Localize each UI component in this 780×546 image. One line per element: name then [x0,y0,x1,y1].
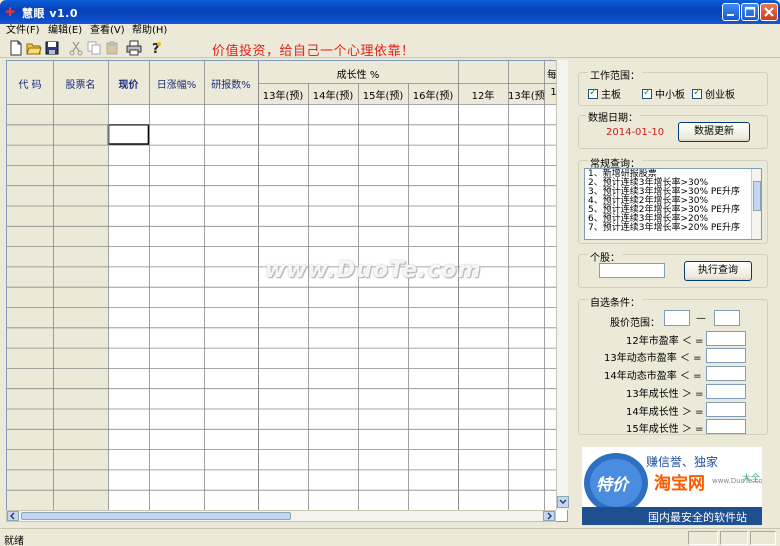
site-watermark: www.DuoTe.com [265,258,482,283]
subcolumn-header[interactable]: 14年(预) [308,87,358,102]
selected-cell [107,123,150,145]
save-icon[interactable] [44,40,60,56]
condition-label: 13年成长性 ＞ = [626,389,704,400]
close-icon [764,7,774,17]
paste-icon[interactable] [104,40,120,56]
menu-edit[interactable]: 编辑(E) [48,24,82,38]
list-scrollbar[interactable] [751,169,761,239]
ad-brand: 淘宝网 [654,474,705,494]
help-icon[interactable]: ? [148,40,164,56]
ad-footer-bar: 国内最安全的软件站 [582,507,762,525]
stock-code-input[interactable] [599,263,665,278]
execute-query-button[interactable]: 执行查询 [684,261,752,281]
scroll-thumb[interactable] [21,512,291,520]
custom-title: 自选条件： [588,294,642,309]
preset-query-list[interactable]: 1、新增研报股票 2、预计连续3年增长率>30% 3、预计连续3年增长率>30%… [584,168,762,240]
toolbar: ? 价值投资，给自己一个心理依靠！ [0,38,780,59]
column-header[interactable]: 日涨幅% [149,76,204,91]
status-text: 就绪 [4,536,24,546]
status-pane [720,531,748,545]
range-dash: — [696,313,706,324]
update-data-button[interactable]: 数据更新 [678,122,750,142]
copy-icon[interactable] [86,40,102,56]
scroll-left-icon[interactable] [7,511,19,521]
grid-lines [7,61,563,521]
minimize-button[interactable] [722,3,740,21]
print-icon[interactable] [126,40,142,56]
subcolumn-header[interactable]: 13年(预) [258,87,308,102]
ad-tag: 大全 [742,474,761,484]
condition-input[interactable] [706,402,746,417]
minimize-icon [727,14,734,16]
advertisement-banner[interactable]: 特价 赚信誉、独家 淘宝网 www.DuoTe.com 大全 国内最安全的软件站 [582,447,762,525]
condition-label: 14年成长性 ＞ = [626,407,704,418]
checkbox-sme-board[interactable]: 中小板 [642,86,685,101]
maximize-icon [744,6,756,18]
ad-badge: 特价 [596,475,629,494]
subcolumn-header[interactable]: 15年(预) [358,87,408,102]
subcolumn-header[interactable]: 16年(预) [408,87,458,102]
price-range-label: 股价范围： [610,318,660,329]
title-bar: ✚ 慧眼 v1.0 [0,0,780,24]
scroll-right-icon[interactable] [543,511,555,521]
subcolumn-header[interactable]: 12年 [458,87,508,102]
date-title: 数据日期： [586,109,640,124]
vertical-scrollbar[interactable] [556,60,569,510]
slogan-text: 价值投资，给自己一个心理依靠！ [212,44,415,59]
price-max-input[interactable] [714,310,740,326]
checkbox-main-board[interactable]: 主板 [588,86,621,101]
horizontal-scrollbar[interactable] [6,510,556,522]
price-min-input[interactable] [664,310,690,326]
menu-file[interactable]: 文件(F) [6,24,40,38]
status-bar: 就绪 [0,528,780,546]
group-header[interactable]: 成长性 % [258,66,458,81]
stock-title: 个股： [588,249,622,264]
query-item[interactable]: 7、预计连续3年增长率>20% PE升序 [588,224,740,233]
column-header[interactable]: 现价 [108,76,149,91]
window-title: 慧眼 v1.0 [22,7,78,20]
scope-title: 工作范围： [588,67,642,82]
condition-label: 15年成长性 ＞ = [626,424,704,435]
menu-help[interactable]: 帮助(H) [132,24,167,38]
open-folder-icon[interactable] [26,40,42,56]
condition-input[interactable] [706,419,746,434]
subcolumn-header[interactable]: 13年(预) [508,87,544,102]
status-pane [688,531,718,545]
column-header[interactable]: 研报数% [204,76,258,91]
status-pane [750,531,776,545]
close-button[interactable] [760,3,778,21]
condition-input[interactable] [706,331,746,346]
column-header[interactable]: 股票名 [53,76,108,91]
menu-view[interactable]: 查看(V) [90,24,125,38]
checkbox-growth-board[interactable]: 创业板 [692,86,735,101]
condition-label: 13年动态市盈率 ＜ = [604,353,702,364]
ad-line1: 赚信誉、独家 [646,455,719,469]
condition-label: 14年动态市盈率 ＜ = [604,371,702,382]
maximize-button[interactable] [741,3,759,21]
condition-input[interactable] [706,366,746,381]
menu-bar: 文件(F) 编辑(E) 查看(V) 帮助(H) [0,24,780,38]
app-logo-icon: ✚ [5,5,16,19]
column-header[interactable]: 代 码 [7,76,53,91]
condition-input[interactable] [706,384,746,399]
data-date-value: 2014-01-10 [606,127,665,138]
stock-grid[interactable]: 代 码股票名 现价 日涨幅% 研报数% 成长性 % 每 13年(预) 14年(预) 15年(预)… [6,60,568,522]
cut-icon[interactable] [68,40,84,56]
list-scroll-thumb[interactable] [753,181,761,211]
new-file-icon[interactable] [8,40,24,56]
condition-input[interactable] [706,348,746,363]
condition-label: 12年市盈率 ＜ = [626,336,704,347]
ad-footer: 国内最安全的软件站 [648,511,747,524]
scroll-down-icon[interactable] [557,496,569,508]
